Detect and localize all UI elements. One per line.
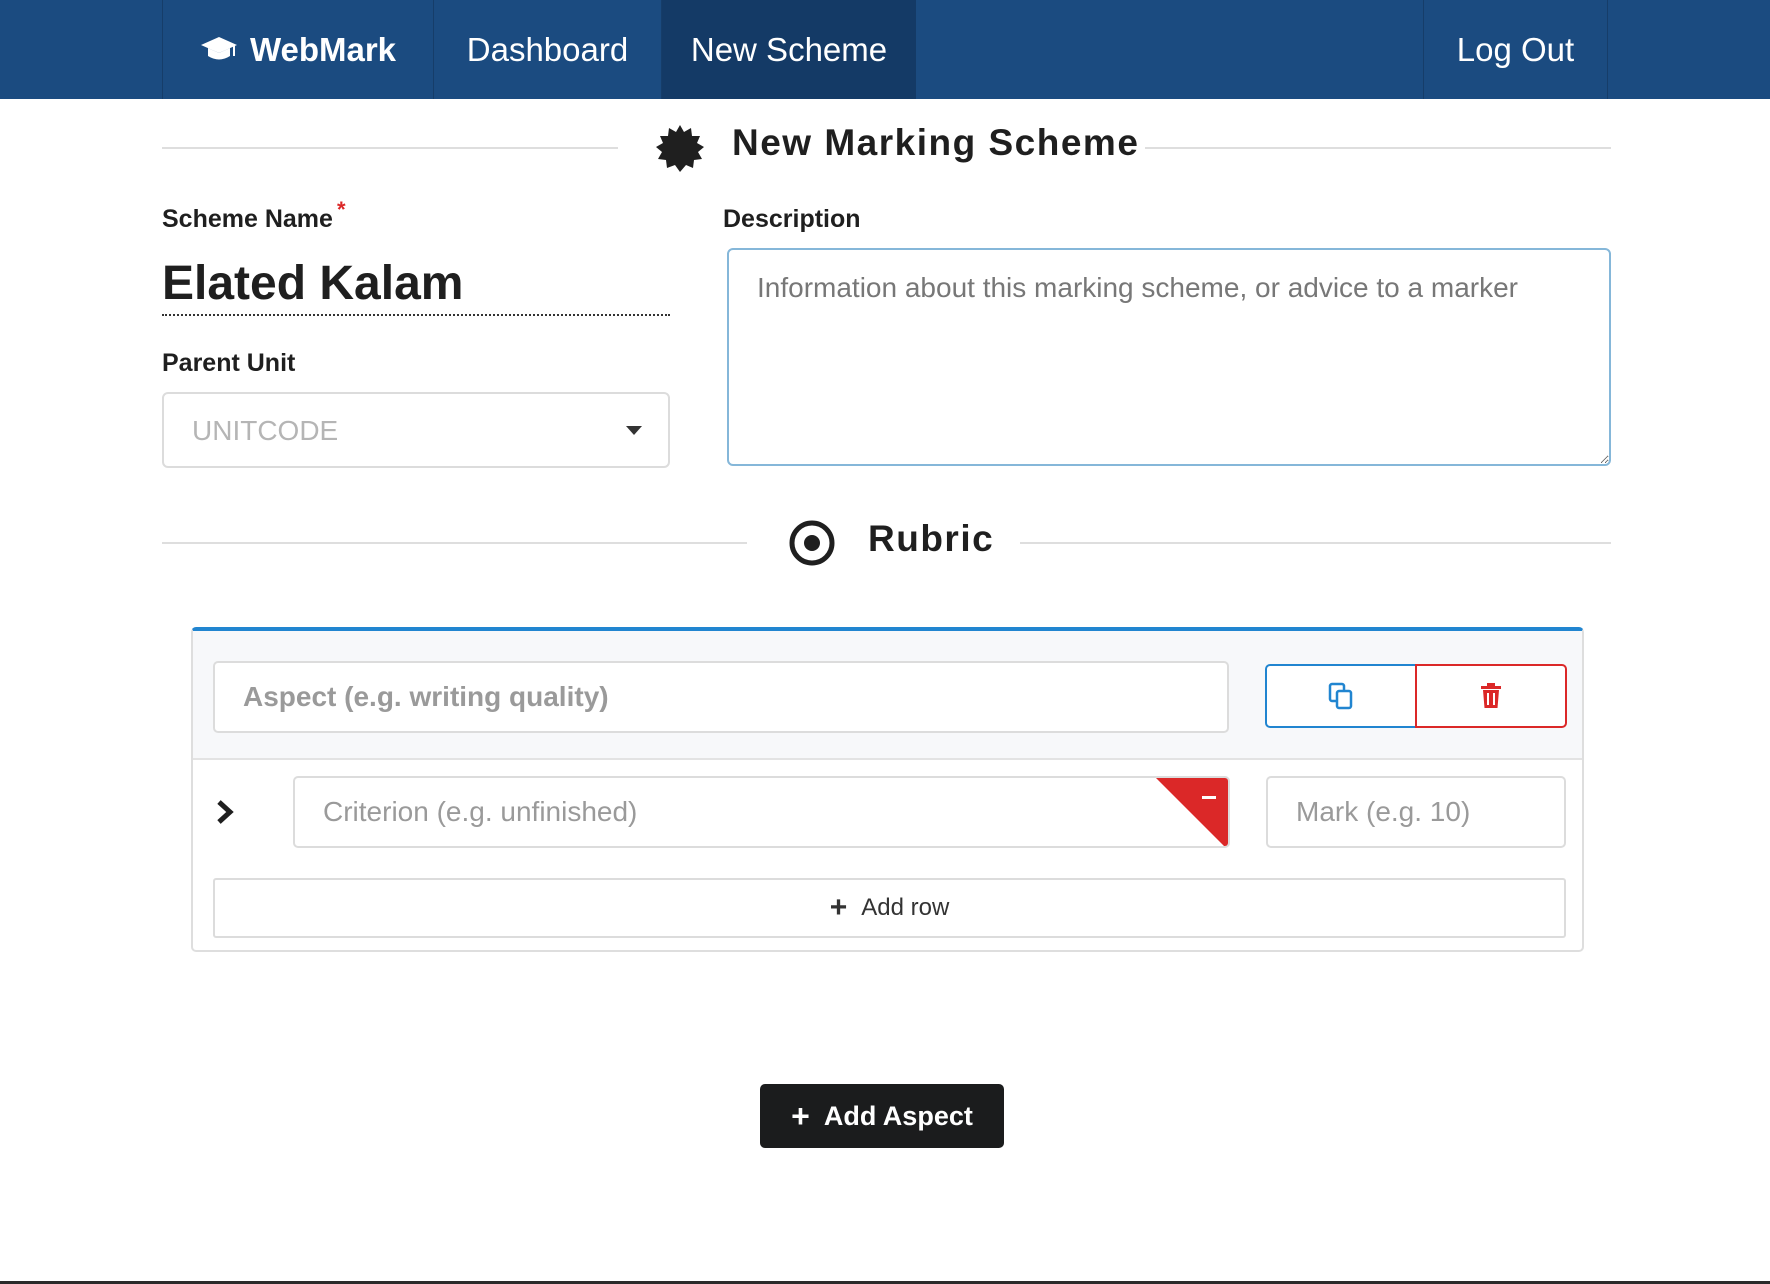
description-textarea[interactable] [727,248,1611,466]
add-row-button[interactable]: + Add row [213,878,1566,938]
brand-label: WebMark [249,30,397,68]
scheme-name-label-text: Scheme Name [162,205,333,233]
plus-icon: + [791,1098,810,1134]
criterion-field [293,776,1230,848]
page: WebMark Dashboard New Scheme Log Out New… [0,0,1770,1284]
graduation-cap-icon [200,36,237,59]
add-aspect-button[interactable]: + Add Aspect [760,1084,1004,1148]
aspect-header [193,631,1582,760]
rubric-title: Rubric [868,518,995,559]
scheme-name-input[interactable] [162,252,670,316]
page-title: New Marking Scheme [732,122,1140,163]
aspect-card: + Add row [191,627,1584,952]
nav-brand[interactable]: WebMark [162,0,434,99]
delete-aspect-button[interactable] [1415,664,1567,728]
add-row-label: Add row [861,894,950,921]
chevron-right-icon[interactable] [215,799,235,825]
description-label: Description [723,205,861,233]
rubric-divider-right [1020,542,1611,544]
trash-icon [1481,683,1501,708]
copy-icon [1328,682,1353,710]
duplicate-aspect-button[interactable] [1265,664,1417,728]
parent-unit-select[interactable]: UNITCODE [162,392,670,468]
scheme-name-label: Scheme Name * [162,197,346,234]
top-navbar: WebMark Dashboard New Scheme Log Out [0,0,1770,99]
remove-criterion-button[interactable] [1156,778,1228,846]
mark-input[interactable] [1266,776,1566,848]
nav-dashboard[interactable]: Dashboard [434,0,662,99]
plus-icon: + [829,891,848,924]
certificate-icon [656,125,704,172]
header-divider-left [162,147,618,149]
criterion-input[interactable] [295,778,1228,846]
bullseye-icon [789,520,835,566]
nav-new-scheme[interactable]: New Scheme [662,0,916,99]
parent-unit-label: Parent Unit [162,349,296,377]
required-marker: * [336,197,346,222]
rubric-divider-left [162,542,747,544]
nav-logout[interactable]: Log Out [1423,0,1608,99]
aspect-input[interactable] [213,661,1229,733]
header-divider-right [1145,147,1611,149]
add-aspect-label: Add Aspect [823,1100,973,1131]
dropdown-caret-icon [626,426,642,435]
parent-unit-placeholder: UNITCODE [192,415,339,446]
minus-icon [1202,796,1216,799]
